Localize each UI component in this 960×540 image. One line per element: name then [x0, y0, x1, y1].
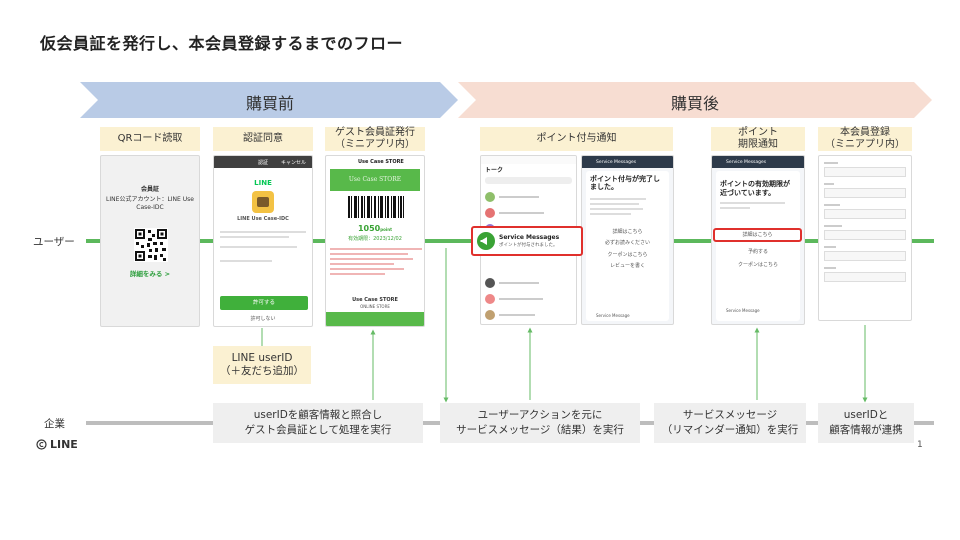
company-note-4: userIDと 顧客情報が連携	[818, 403, 914, 443]
guest-store-header: Use Case STORE	[358, 159, 404, 165]
chat-detail-link[interactable]: 詳細はこちら	[590, 229, 665, 236]
expire-title: ポイントの有効期限が 近づいています。	[720, 180, 790, 197]
page-number: 1	[917, 440, 923, 450]
phase-before-label: 購買前	[245, 94, 294, 113]
guest-footer-store: Use Case STORE	[352, 297, 398, 303]
qr-detail-link[interactable]: 詳細をみる >	[101, 270, 199, 278]
step-expire-label: ポイント 期限通知	[711, 127, 805, 151]
line-logo: LINE	[36, 438, 78, 451]
consent-header: 認証 キャンセル	[214, 156, 312, 168]
register-field-3[interactable]	[824, 209, 906, 219]
expire-reserve-link[interactable]: 予約する	[720, 249, 796, 256]
company-note-2: ユーザーアクションを元に サービスメッセージ（結果）を実行	[440, 403, 640, 443]
chat-list-header: トーク	[485, 167, 504, 174]
lane-company-label: 企業	[44, 418, 65, 430]
expire-footer: Service Message	[726, 307, 760, 313]
company-note-1: userIDを顧客情報と照合し ゲスト会員証として処理を実行	[213, 403, 423, 443]
highlight-title: Service Messages	[499, 234, 560, 241]
highlight-service-messages[interactable]: Service Messages ポイントが付与されました。	[471, 226, 583, 256]
register-field-4[interactable]	[824, 230, 906, 240]
screen-consent: 認証 キャンセル LINE LINE Use Case-IDC 許可する 許可し…	[213, 155, 313, 327]
guest-footer-bar	[326, 312, 424, 326]
copyright-icon	[36, 439, 47, 450]
expire-coupon-link[interactable]: クーポンはこちら	[720, 262, 796, 269]
register-field-1[interactable]	[824, 167, 906, 177]
screen-service-message: Service Messages ポイント付与が完了し ました。 詳細はこちら …	[581, 155, 674, 325]
expire-detail-button[interactable]: 詳細はこちら	[713, 228, 802, 242]
megaphone-icon	[477, 232, 495, 250]
guest-expiry: 有効期限：2023/12/02	[348, 236, 402, 242]
guest-points: 1050point	[357, 224, 392, 233]
qr-account-line2: Case-IDC	[136, 203, 164, 211]
consent-line-logo: LINE	[254, 179, 272, 187]
screen-qr: 会員証 LINE公式アカウント：LINE Use Case-IDC 詳細をみる …	[100, 155, 200, 327]
qr-code-icon	[134, 228, 168, 262]
step-consent-label: 認証同意	[213, 127, 313, 151]
deny-button[interactable]: 許可しない	[214, 316, 312, 323]
qr-account-line1: LINE公式アカウント：LINE Use	[106, 195, 194, 203]
register-field-6[interactable]	[824, 272, 906, 282]
lane-user-label: ユーザー	[33, 236, 75, 248]
company-note-3: サービスメッセージ （リマインダー通知）を実行	[654, 403, 806, 443]
allow-button[interactable]: 許可する	[220, 296, 308, 310]
chat-footer: Service Message	[596, 312, 630, 318]
screen-guest-card: Use Case STORE Use Case STORE 1050point …	[325, 155, 425, 327]
qr-title: 会員証	[140, 186, 159, 193]
line-userid-note: LINE userID （＋友だち追加）	[213, 346, 311, 384]
guest-card-banner: Use Case STORE	[330, 169, 420, 191]
register-field-2[interactable]	[824, 188, 906, 198]
chat-msg-title: ポイント付与が完了し ました。	[590, 175, 660, 192]
chat-coupon-link[interactable]: クーポンはこちら	[590, 252, 665, 259]
phase-after-label: 購買後	[670, 94, 719, 113]
app-icon	[252, 191, 274, 213]
chat-review-link[interactable]: レビューを書く	[590, 263, 665, 270]
guest-footer-sub: ONLINE STORE	[360, 304, 390, 309]
chat-msg-header: Service Messages	[582, 156, 673, 168]
screen-registration	[818, 155, 912, 321]
highlight-sub: ポイントが付与されました。	[499, 243, 558, 248]
consent-app-name: LINE Use Case-IDC	[237, 216, 289, 222]
expire-header: Service Messages	[712, 156, 804, 168]
step-guest-label: ゲスト会員証発行 （ミニアプリ内）	[325, 127, 425, 151]
step-qr-label: QRコード読取	[100, 127, 200, 151]
chat-check-link[interactable]: 必ずお読みください	[590, 240, 665, 247]
register-field-5[interactable]	[824, 251, 906, 261]
barcode-icon	[348, 196, 404, 218]
step-register-label: 本会員登録 （ミニアプリ内）	[818, 127, 912, 151]
chat-search-input[interactable]	[485, 177, 572, 184]
step-point-label: ポイント付与通知	[480, 127, 673, 151]
